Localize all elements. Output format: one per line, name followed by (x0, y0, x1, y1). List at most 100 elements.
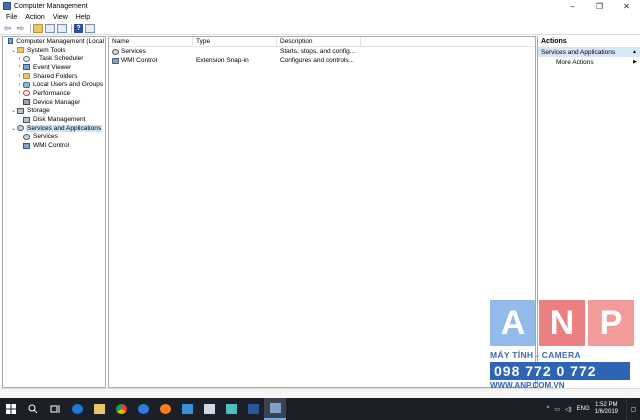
tree-item-label: System Tools (27, 46, 66, 54)
title-bar: Computer Management – ❐ ✕ (0, 0, 640, 12)
expand-chevron-icon[interactable]: › (16, 82, 23, 88)
taskbar-chrome[interactable] (110, 398, 132, 420)
task-view-icon (50, 405, 59, 413)
photos-icon (203, 404, 215, 414)
list-item-description: Configures and controls... (280, 57, 355, 64)
tree-item[interactable]: › Task Scheduler (3, 54, 105, 63)
expand-chevron-icon[interactable]: ⌄ (10, 47, 17, 54)
anp-watermark: A N P MÁY TÍNH - CAMERA 098 772 0 772 WW… (490, 300, 640, 400)
action-center-icon[interactable]: ▢ (626, 398, 640, 420)
tree-item[interactable]: ⌄ Services and Applications (3, 124, 105, 133)
menu-view[interactable]: View (49, 14, 72, 21)
tree-item-label: Device Manager (33, 98, 81, 106)
word-icon (247, 404, 259, 414)
tree-item[interactable]: Disk Management (3, 115, 105, 124)
expand-chevron-icon[interactable]: › (16, 73, 23, 79)
chrome-icon (115, 404, 127, 414)
actions-section-header[interactable]: Services and Applications ▲ (538, 47, 640, 57)
details-pane: Name Type Description Services Starts, s… (108, 36, 536, 388)
windows-logo-icon (6, 404, 16, 414)
list-item-description: Starts, stops, and config... (280, 48, 356, 55)
back-arrow-icon[interactable]: ⇦ (2, 23, 13, 33)
taskbar-firefox-dev[interactable] (132, 398, 154, 420)
menu-file[interactable]: File (2, 14, 21, 21)
services-icon (112, 48, 119, 55)
edge-icon (71, 404, 83, 414)
menu-action[interactable]: Action (21, 14, 48, 21)
tools-icon (17, 47, 24, 54)
start-button[interactable] (0, 398, 22, 420)
tree-item-label: WMI Control (33, 142, 70, 150)
computer-management-icon (8, 38, 14, 45)
show-hidden-icons-icon[interactable]: ^ (547, 406, 550, 412)
search-button[interactable] (22, 398, 44, 420)
taskbar-computer-management[interactable] (264, 398, 286, 420)
export-list-icon[interactable] (57, 23, 67, 33)
clock[interactable]: 1:52 PM 1/6/2019 (595, 402, 618, 416)
toolbar-separator (30, 23, 31, 33)
network-icon[interactable]: ▭ (554, 406, 560, 413)
device-manager-icon (23, 99, 30, 106)
tree-item[interactable]: › Shared Folders (3, 72, 105, 81)
list-header: Name Type Description (109, 37, 535, 47)
maximize-button[interactable]: ❐ (586, 0, 613, 12)
language-indicator[interactable]: ENG (577, 406, 590, 412)
expand-chevron-icon[interactable]: › (16, 64, 23, 70)
tree-item[interactable]: ⌄ System Tools (3, 46, 105, 55)
clock-date: 1/6/2019 (594, 409, 618, 415)
show-hide-action-pane-icon[interactable] (85, 23, 95, 33)
services-icon (23, 133, 30, 140)
more-actions-item[interactable]: More Actions ▶ (538, 57, 640, 67)
taskbar-photos[interactable] (198, 398, 220, 420)
menu-help[interactable]: Help (72, 14, 94, 21)
task-view-button[interactable] (44, 398, 66, 420)
column-header-name[interactable]: Name (109, 37, 193, 47)
storage-icon (17, 107, 24, 114)
expand-chevron-icon[interactable]: › (16, 56, 23, 62)
taskbar-firefox[interactable] (154, 398, 176, 420)
tree-item-label: Shared Folders (33, 72, 78, 80)
minimize-button[interactable]: – (559, 0, 586, 12)
computer-management-icon (269, 403, 281, 413)
expand-chevron-icon[interactable]: ⌄ (10, 107, 17, 114)
taskbar-store[interactable] (176, 398, 198, 420)
tree-item-label: Local Users and Groups (33, 81, 104, 89)
tree-item-label: Disk Management (33, 116, 86, 124)
forward-arrow-icon[interactable]: ⇨ (15, 23, 26, 33)
tree-item[interactable]: WMI Control (3, 141, 105, 150)
column-header-type[interactable]: Type (193, 37, 277, 47)
tree-item-label: Event Viewer (33, 63, 72, 71)
taskbar-teal-app[interactable] (220, 398, 242, 420)
tree-item[interactable]: › Performance (3, 89, 105, 98)
toolbar-separator (71, 23, 72, 33)
shared-folder-icon (23, 73, 30, 80)
expand-chevron-icon[interactable]: › (16, 90, 23, 96)
list-item[interactable]: Services Starts, stops, and config... (109, 47, 535, 56)
tree-item[interactable]: › Event Viewer (3, 63, 105, 72)
tree-item-label: Computer Management (Local (16, 37, 104, 45)
help-icon[interactable]: ? (74, 23, 83, 33)
expand-chevron-icon[interactable]: ⌄ (10, 125, 17, 132)
collapse-up-icon[interactable]: ▲ (632, 49, 637, 55)
console-tree[interactable]: Computer Management (Local ⌄ System Tools ›… (2, 36, 106, 388)
taskbar-word[interactable] (242, 398, 264, 420)
list-item[interactable]: WMI Control Extension Snap-in Configures… (109, 56, 535, 65)
taskbar-explorer[interactable] (88, 398, 110, 420)
tree-item[interactable]: › Local Users and Groups (3, 80, 105, 89)
taskbar-edge[interactable] (66, 398, 88, 420)
volume-icon[interactable]: ◁) (565, 406, 572, 413)
tree-item[interactable]: Device Manager (3, 98, 105, 107)
wmi-control-icon (23, 142, 30, 149)
show-hide-tree-icon[interactable] (45, 23, 55, 33)
close-button[interactable]: ✕ (613, 0, 640, 12)
tree-item[interactable]: Computer Management (Local (3, 37, 105, 46)
services-applications-icon (17, 125, 24, 132)
tree-item[interactable]: ⌄ Storage (3, 107, 105, 116)
tree-item[interactable]: Services (3, 133, 105, 142)
actions-title: Actions (541, 38, 567, 45)
watermark-logo: A N P (490, 300, 640, 346)
firefox-icon (159, 404, 171, 414)
more-actions-label: More Actions (556, 58, 594, 66)
up-folder-icon[interactable] (33, 23, 43, 33)
column-header-description[interactable]: Description (277, 37, 361, 47)
